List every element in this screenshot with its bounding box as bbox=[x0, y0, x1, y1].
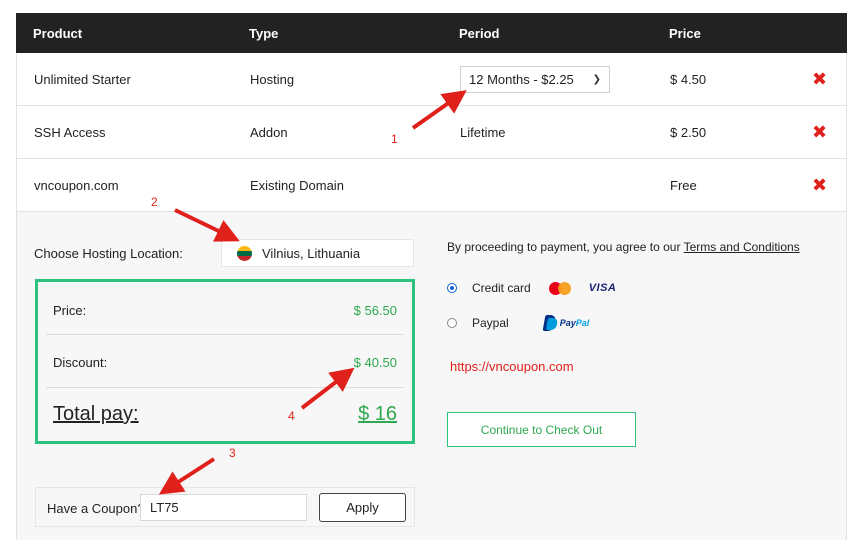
summary-discount-label: Discount: bbox=[53, 355, 108, 370]
lithuania-flag-icon bbox=[237, 245, 252, 261]
product-type: Existing Domain bbox=[250, 178, 344, 193]
apply-coupon-button[interactable]: Apply bbox=[319, 493, 406, 522]
remove-item-icon[interactable]: ✖ bbox=[812, 69, 827, 90]
payment-option-paypal[interactable]: Paypal PayPal bbox=[447, 315, 589, 331]
payment-option-credit-card[interactable]: Credit card VISA bbox=[447, 281, 616, 295]
annotation-number-2: 2 bbox=[151, 195, 158, 209]
remove-item-icon[interactable]: ✖ bbox=[812, 175, 827, 196]
paypal-radio[interactable] bbox=[447, 318, 457, 328]
paypal-logo-pal: Pal bbox=[575, 318, 590, 328]
mastercard-icon bbox=[548, 281, 571, 295]
hosting-location-value: Vilnius, Lithuania bbox=[262, 245, 361, 261]
summary-total-row: Total pay: $ 16 bbox=[53, 403, 397, 426]
table-row: vncoupon.com Existing Domain Free ✖ bbox=[16, 159, 847, 212]
summary-discount-value: $ 40.50 bbox=[353, 355, 397, 370]
terms-text: By proceeding to payment, you agree to o… bbox=[447, 240, 684, 254]
product-type: Hosting bbox=[250, 72, 295, 87]
order-summary: Price: $ 56.50 Discount: $ 40.50 Total p… bbox=[35, 279, 415, 444]
product-price: $ 4.50 bbox=[670, 72, 707, 87]
cart-table: Product Type Period Price Unlimited Star… bbox=[16, 13, 847, 212]
paypal-logo-pay: Pay bbox=[559, 318, 576, 328]
product-name: SSH Access bbox=[34, 125, 106, 140]
product-price: $ 2.50 bbox=[670, 125, 707, 140]
annotation-number-3: 3 bbox=[229, 446, 236, 460]
period-select[interactable]: 12 Months - $2.25 ❯ bbox=[460, 66, 610, 93]
header-price: Price bbox=[669, 26, 701, 41]
product-type: Addon bbox=[250, 125, 288, 140]
hosting-location-select[interactable]: Vilnius, Lithuania bbox=[221, 239, 414, 267]
total-pay-value: $ 16 bbox=[358, 403, 397, 425]
summary-discount-row: Discount: $ 40.50 bbox=[53, 355, 397, 370]
header-period: Period bbox=[459, 26, 500, 41]
product-name: Unlimited Starter bbox=[34, 72, 131, 87]
credit-card-label: Credit card bbox=[472, 281, 531, 295]
product-period: Lifetime bbox=[460, 125, 506, 140]
total-pay-label: Total pay: bbox=[53, 403, 139, 425]
table-header: Product Type Period Price bbox=[16, 13, 847, 53]
continue-checkout-button[interactable]: Continue to Check Out bbox=[447, 412, 636, 447]
coupon-label: Have a Coupon? bbox=[47, 501, 145, 516]
period-select-value: 12 Months - $2.25 bbox=[469, 72, 574, 87]
annotation-number-1: 1 bbox=[391, 132, 398, 146]
divider bbox=[46, 387, 404, 388]
product-price: Free bbox=[670, 178, 697, 193]
visa-icon: VISA bbox=[588, 282, 617, 294]
credit-card-radio[interactable] bbox=[447, 283, 457, 293]
summary-price-label: Price: bbox=[53, 303, 87, 318]
annotation-number-4: 4 bbox=[288, 409, 295, 423]
coupon-input[interactable]: LT75 bbox=[140, 494, 307, 521]
header-type: Type bbox=[249, 26, 279, 41]
remove-item-icon[interactable]: ✖ bbox=[812, 122, 827, 143]
divider bbox=[46, 334, 404, 335]
paypal-logo: PayPal bbox=[560, 318, 590, 328]
chevron-down-icon: ❯ bbox=[592, 74, 601, 85]
watermark-url: https://vncoupon.com bbox=[450, 359, 574, 374]
paypal-icon bbox=[542, 315, 558, 331]
summary-price-value: $ 56.50 bbox=[353, 303, 397, 318]
paypal-label: Paypal bbox=[472, 316, 509, 330]
summary-price-row: Price: $ 56.50 bbox=[53, 303, 397, 318]
hosting-location-label: Choose Hosting Location: bbox=[34, 246, 183, 261]
terms-link[interactable]: Terms and Conditions bbox=[684, 240, 800, 254]
header-product: Product bbox=[33, 26, 83, 41]
table-row: Unlimited Starter Hosting 12 Months - $2… bbox=[16, 53, 847, 106]
coupon-section: Have a Coupon? LT75 Apply bbox=[35, 487, 415, 527]
table-row: SSH Access Addon Lifetime $ 2.50 ✖ bbox=[16, 106, 847, 159]
product-name: vncoupon.com bbox=[34, 178, 119, 193]
terms-notice: By proceeding to payment, you agree to o… bbox=[447, 240, 800, 254]
